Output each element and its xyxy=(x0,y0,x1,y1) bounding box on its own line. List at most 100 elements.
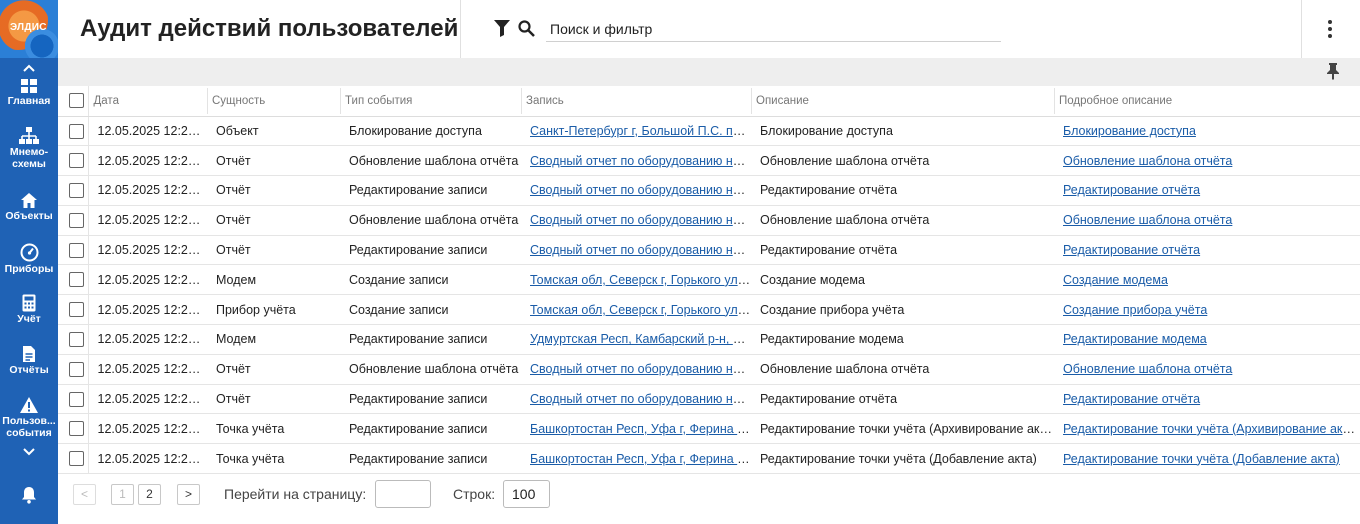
rows-per-page-label: Строк: xyxy=(453,486,496,502)
row-checkbox[interactable] xyxy=(69,302,84,318)
record-link[interactable]: Сводный отчет по оборудованию на объекте xyxy=(530,392,751,406)
cell-date: 12.05.2025 12:23:14 xyxy=(88,413,207,445)
detailed-description-link[interactable]: Обновление шаблона отчёта xyxy=(1063,154,1232,168)
detailed-description-link[interactable]: Редактирование отчёта xyxy=(1063,392,1200,406)
column-header-detailed-description[interactable]: Подробное описание xyxy=(1054,86,1360,117)
detailed-description-link[interactable]: Редактирование отчёта xyxy=(1063,243,1200,257)
row-checkbox[interactable] xyxy=(69,153,84,169)
record-link[interactable]: Удмуртская Респ, Камбарский р-н, Камбарк… xyxy=(530,332,751,346)
row-checkbox[interactable] xyxy=(69,242,84,258)
row-checkbox[interactable] xyxy=(69,332,84,348)
search-icon[interactable] xyxy=(518,20,535,42)
row-checkbox[interactable] xyxy=(69,421,84,437)
table-row[interactable]: 12.05.2025 12:27:23 Отчёт Обновление шабло… xyxy=(58,145,1360,177)
row-checkbox[interactable] xyxy=(69,391,84,407)
goto-page-input[interactable] xyxy=(375,480,431,508)
record-link[interactable]: Сводный отчет по оборудованию на объекте xyxy=(530,243,751,257)
table-row[interactable]: 12.05.2025 12:25:12 Отчёт Редактирование з… xyxy=(58,235,1360,266)
cell-entity: Отчёт xyxy=(207,354,340,385)
sidebar-item-devices[interactable]: Приборы xyxy=(0,243,58,275)
row-checkbox[interactable] xyxy=(69,183,84,199)
cell-record: Сводный отчет по оборудованию на объекте xyxy=(521,384,751,415)
record-link[interactable]: Сводный отчет по оборудованию на объекте xyxy=(530,362,751,376)
sidebar-item-mnemo[interactable]: Мнемо- схемы xyxy=(0,127,58,170)
sidebar-item-reports[interactable]: Отчёты xyxy=(0,345,58,376)
record-link[interactable]: Сводный отчет по оборудованию на объекте xyxy=(530,213,751,227)
table-header-row: Дата Сущность Тип события Запись Описани… xyxy=(58,86,1360,117)
column-header-entity[interactable]: Сущность xyxy=(207,86,340,117)
filter-icon[interactable] xyxy=(494,20,510,42)
table-row[interactable]: 12.05.2025 12:24:30 Модем Создание записи Т… xyxy=(58,264,1360,296)
rows-per-page-input[interactable] xyxy=(503,480,550,508)
sidebar-item-objects[interactable]: Объекты xyxy=(0,192,58,222)
page-button-1[interactable]: 1 xyxy=(111,484,134,505)
table-row[interactable]: 12.05.2025 12:27:58 Объект Блокирование до… xyxy=(58,116,1360,147)
sidebar-item-home[interactable]: Главная xyxy=(0,78,58,107)
sidebar-item-user-events[interactable]: Пользов... события xyxy=(0,396,58,439)
detailed-description-link[interactable]: Обновление шаблона отчёта xyxy=(1063,213,1232,227)
detailed-description-link[interactable]: Блокирование доступа xyxy=(1063,124,1196,138)
record-link[interactable]: Сводный отчет по оборудованию на объекте xyxy=(530,183,751,197)
detailed-description-link[interactable]: Редактирование модема xyxy=(1063,332,1207,346)
logo[interactable]: ЭЛДИС xyxy=(0,0,58,58)
row-checkbox[interactable] xyxy=(69,451,84,467)
cell-record: Сводный отчет по оборудованию на объекте xyxy=(521,235,751,266)
column-header-event-type[interactable]: Тип события xyxy=(340,86,521,117)
detailed-description-link[interactable]: Обновление шаблона отчёта xyxy=(1063,362,1232,376)
detailed-description-link[interactable]: Создание прибора учёта xyxy=(1063,303,1207,317)
table-row[interactable]: 12.05.2025 12:23:37 Отчёт Редактирование з… xyxy=(58,384,1360,415)
cell-event-type: Создание записи xyxy=(340,264,521,296)
table-row[interactable]: 12.05.2025 12:23:11 Точка учёта Редактиров… xyxy=(58,443,1360,475)
next-page-button[interactable]: > xyxy=(177,484,200,505)
pin-icon[interactable] xyxy=(1326,62,1340,85)
cell-date: 12.05.2025 12:23:37 xyxy=(88,384,207,415)
row-select-cell xyxy=(58,264,89,296)
column-header-description[interactable]: Описание xyxy=(751,86,1054,117)
row-select-cell xyxy=(58,413,89,445)
header: Аудит действий пользователей xyxy=(58,0,1360,58)
cell-description: Редактирование модема xyxy=(751,324,1054,355)
row-select-cell xyxy=(58,175,89,206)
record-link[interactable]: Башкортостан Респ, Уфа г, Ферина ул, д. xyxy=(530,452,751,466)
detailed-description-link[interactable]: Редактирование точки учёта (Архивировани… xyxy=(1063,422,1360,436)
search-input[interactable] xyxy=(546,17,1001,42)
record-link[interactable]: Башкортостан Респ, Уфа г, Ферина ул, д. xyxy=(530,422,751,436)
cell-detailed-description: Редактирование точки учёта (Архивировани… xyxy=(1054,413,1360,445)
notifications-button[interactable] xyxy=(0,486,58,504)
more-menu-icon[interactable] xyxy=(1320,18,1340,40)
record-link[interactable]: Сводный отчет по оборудованию на объекте xyxy=(530,154,751,168)
row-checkbox[interactable] xyxy=(69,212,84,228)
header-divider xyxy=(1301,0,1302,58)
chevron-down-icon[interactable] xyxy=(0,444,58,460)
record-link[interactable]: Томская обл, Северск г, Горького ул, д. xyxy=(530,303,751,317)
table-row[interactable]: 12.05.2025 12:23:37 Отчёт Обновление шабло… xyxy=(58,354,1360,385)
cell-entity: Прибор учёта xyxy=(207,294,340,326)
sidebar-item-accounting[interactable]: Учёт xyxy=(0,294,58,325)
cell-event-type: Редактирование записи xyxy=(340,175,521,206)
cell-description: Создание модема xyxy=(751,264,1054,296)
column-header-record[interactable]: Запись xyxy=(521,86,751,117)
column-header-date[interactable]: Дата xyxy=(88,86,207,117)
row-select-cell xyxy=(58,235,89,266)
select-all-checkbox[interactable] xyxy=(69,93,84,109)
table-row[interactable]: 12.05.2025 12:24:22 Модем Редактирование з… xyxy=(58,324,1360,355)
detailed-description-link[interactable]: Редактирование точки учёта (Добавление а… xyxy=(1063,452,1340,466)
row-checkbox[interactable] xyxy=(69,272,84,288)
prev-page-button[interactable]: < xyxy=(73,484,96,505)
page-button-2[interactable]: 2 xyxy=(138,484,161,505)
row-checkbox[interactable] xyxy=(69,361,84,377)
table-row[interactable]: 12.05.2025 12:23:14 Точка учёта Редактиров… xyxy=(58,413,1360,445)
sidebar-item-label-line1: Пользов... xyxy=(2,415,56,427)
row-checkbox[interactable] xyxy=(69,123,84,139)
chevron-up-icon[interactable] xyxy=(0,60,58,76)
record-link[interactable]: Санкт-Петербург г, Большой П.С. пр-кт, д… xyxy=(530,124,751,138)
cell-description: Редактирование точки учёта (Архивировани… xyxy=(751,413,1054,445)
cell-detailed-description: Создание модема xyxy=(1054,264,1360,296)
document-icon xyxy=(23,346,35,362)
record-link[interactable]: Томская обл, Северск г, Горького ул, д. xyxy=(530,273,751,287)
table-row[interactable]: 12.05.2025 12:24:30 Прибор учёта Создание … xyxy=(58,294,1360,326)
table-row[interactable]: 12.05.2025 12:25:12 Отчёт Обновление шабло… xyxy=(58,205,1360,236)
table-row[interactable]: 12.05.2025 12:27:23 Отчёт Редактирование з… xyxy=(58,175,1360,206)
detailed-description-link[interactable]: Редактирование отчёта xyxy=(1063,183,1200,197)
detailed-description-link[interactable]: Создание модема xyxy=(1063,273,1168,287)
